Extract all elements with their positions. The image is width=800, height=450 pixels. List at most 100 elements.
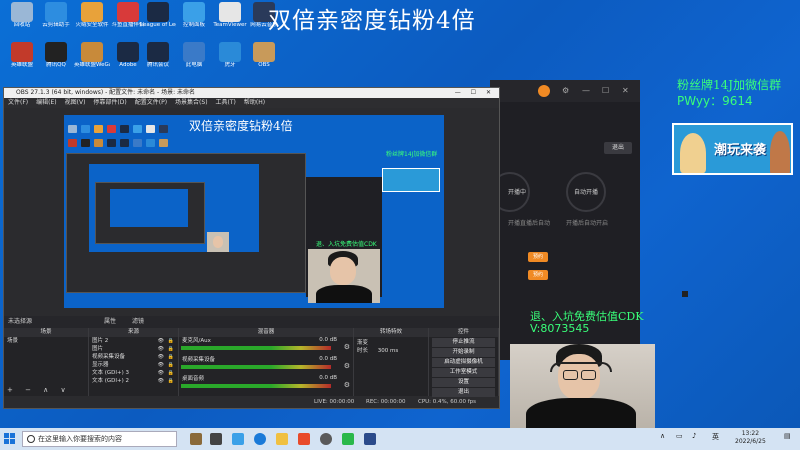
preview-desktop-icons-row2 bbox=[68, 132, 172, 147]
desktop-icon-label: TeamViewer bbox=[213, 22, 247, 28]
desktop-icon[interactable]: 腾讯会议 bbox=[140, 42, 176, 68]
taskbar-obs-icon[interactable] bbox=[320, 433, 332, 445]
user-avatar[interactable] bbox=[538, 85, 550, 97]
obs-menubar: 文件(F) 编辑(E) 视图(V) 停靠部件(D) 配置文件(P) 场景集合(S) 工具(T… bbox=[4, 98, 499, 108]
taskbar-search-input[interactable]: 在这里输入你要搜索的内容 bbox=[22, 431, 177, 447]
network-icon[interactable]: ▭ bbox=[676, 432, 683, 440]
controls-panel: 控件 停止推流 开始录制 启动虚拟摄像机 工作室模式 设置 退出 bbox=[429, 328, 499, 397]
source-item[interactable]: 显示器 👁 🔒 bbox=[89, 361, 178, 369]
volume-meter[interactable] bbox=[181, 384, 331, 388]
desktop-icon[interactable]: 英雄联盟WeGame bbox=[74, 42, 110, 68]
obs-control-button[interactable]: 设置 bbox=[432, 378, 495, 387]
lock-icon[interactable]: 🔒 bbox=[168, 337, 174, 345]
obs-menu-item[interactable]: 帮助(H) bbox=[244, 99, 265, 106]
source-item[interactable]: 文本 (GDI+) 3 👁 🔒 bbox=[89, 369, 178, 377]
mixer-settings-icon[interactable]: ⚙ bbox=[344, 381, 350, 389]
desktop-icon[interactable]: 英雄联盟 bbox=[4, 42, 40, 68]
scene-controls[interactable]: + − ∧ ∨ bbox=[7, 386, 71, 394]
volume-meter[interactable] bbox=[181, 365, 331, 369]
taskbar-clock[interactable]: 13:22 2022/6/25 bbox=[735, 430, 766, 446]
obs-window: OBS 27.1.3 (64 bit, windows) - 配置文件: 未命名… bbox=[3, 87, 500, 409]
visibility-eye-icon[interactable]: 👁 bbox=[158, 361, 164, 369]
lock-icon[interactable]: 🔒 bbox=[168, 369, 174, 377]
taskbar-edge-icon[interactable] bbox=[254, 433, 266, 445]
desktop-icon[interactable]: 此电脑 bbox=[176, 42, 212, 68]
mixer-settings-icon[interactable]: ⚙ bbox=[344, 343, 350, 351]
taskbar-cortana-icon[interactable] bbox=[190, 433, 202, 445]
app-icon bbox=[81, 2, 103, 22]
desktop-icon[interactable]: 腾讯QQ bbox=[38, 42, 74, 68]
obs-control-button[interactable]: 工作室模式 bbox=[432, 368, 495, 377]
desktop-icon[interactable]: 云剪辑助手 bbox=[38, 2, 74, 28]
desktop-icon[interactable]: 虎牙 bbox=[212, 42, 248, 68]
taskbar-wechat-icon[interactable] bbox=[342, 433, 354, 445]
taskbar-steam-icon[interactable] bbox=[364, 433, 376, 445]
transition-duration[interactable]: 时长 300 ms bbox=[354, 347, 428, 355]
obs-window-controls[interactable]: — ☐ ✕ bbox=[455, 88, 495, 98]
source-item[interactable]: 图片 👁 🔒 bbox=[89, 345, 178, 353]
obs-menu-item[interactable]: 场景集合(S) bbox=[175, 99, 208, 106]
exit-button[interactable]: 退出 bbox=[604, 142, 632, 154]
mixer-settings-icon[interactable]: ⚙ bbox=[344, 362, 350, 370]
filters-button[interactable]: 滤镜 bbox=[132, 316, 144, 328]
minimize-icon[interactable]: — bbox=[582, 86, 590, 95]
maximize-icon[interactable]: ☐ bbox=[602, 86, 609, 95]
desktop-icon[interactable]: 回收站 bbox=[4, 2, 40, 28]
desktop: 回收站云剪辑助手火绒安全软件斗鱼直播伴侣League of Legends控制面… bbox=[0, 0, 800, 428]
source-item[interactable]: 文本 (GDI+) 2 👁 🔒 bbox=[89, 377, 178, 385]
properties-button[interactable]: 属性 bbox=[104, 316, 116, 328]
app-icon bbox=[147, 2, 169, 22]
obs-menu-item[interactable]: 工具(T) bbox=[216, 99, 236, 106]
volume-meter[interactable] bbox=[181, 346, 331, 350]
reserve-button-2[interactable]: 预约 bbox=[528, 270, 548, 280]
taskbar-folder-icon[interactable] bbox=[276, 433, 288, 445]
obs-menu-item[interactable]: 停靠部件(D) bbox=[93, 99, 126, 106]
app-icon bbox=[183, 2, 205, 22]
mixer-track: 麦克风/Aux 0.0 dB ⚙ bbox=[179, 337, 353, 356]
source-item[interactable]: 视频采集设备 👁 🔒 bbox=[89, 353, 178, 361]
visibility-eye-icon[interactable]: 👁 bbox=[158, 377, 164, 385]
visibility-eye-icon[interactable]: 👁 bbox=[158, 353, 164, 361]
visibility-eye-icon[interactable]: 👁 bbox=[158, 345, 164, 353]
desktop-icon[interactable]: TeamViewer bbox=[212, 2, 248, 28]
desktop-icon[interactable]: League of Legends bbox=[140, 2, 176, 28]
scene-item[interactable]: 场景 bbox=[4, 337, 88, 345]
desktop-icon[interactable]: 控制面板 bbox=[176, 2, 212, 28]
task-view-icon[interactable] bbox=[210, 433, 222, 445]
taskbar-explorer-icon[interactable] bbox=[232, 433, 244, 445]
input-language[interactable]: 英 bbox=[712, 432, 719, 442]
tray-arrow-icon[interactable]: ∧ bbox=[660, 432, 665, 440]
settings-icon[interactable]: ⚙ bbox=[562, 86, 569, 95]
desktop-icon[interactable]: 火绒安全软件 bbox=[74, 2, 110, 28]
visibility-eye-icon[interactable]: 👁 bbox=[158, 337, 164, 345]
taskbar-app-icon[interactable] bbox=[298, 433, 310, 445]
source-item[interactable]: 图片 2 👁 🔒 bbox=[89, 337, 178, 345]
volume-icon[interactable]: ♪ bbox=[692, 432, 696, 440]
preview-overlay-title: 双倍亲密度钻粉4倍 bbox=[189, 119, 293, 133]
visibility-eye-icon[interactable]: 👁 bbox=[158, 369, 164, 377]
reserve-button-1[interactable]: 预约 bbox=[528, 252, 548, 262]
app-icon bbox=[253, 42, 275, 62]
windows-start-icon[interactable] bbox=[4, 433, 15, 444]
close-icon[interactable]: ✕ bbox=[622, 86, 629, 95]
transition-select[interactable]: 渐变 bbox=[354, 339, 428, 347]
lock-icon[interactable]: 🔒 bbox=[168, 361, 174, 369]
obs-preview[interactable]: 双倍亲密度钻粉4倍 粉丝牌14J加微信群 退、入坑免费估值CDK bbox=[64, 115, 444, 308]
obs-menu-item[interactable]: 视图(V) bbox=[65, 99, 86, 106]
obs-control-button[interactable]: 停止推流 bbox=[432, 338, 495, 347]
obs-statusbar: LIVE: 00:00:00 REC: 00:00:00 CPU: 0.4%, … bbox=[4, 397, 499, 408]
desktop-icon[interactable]: OBS bbox=[246, 42, 282, 68]
app-icon bbox=[45, 42, 67, 62]
obs-control-button[interactable]: 启动虚拟摄像机 bbox=[432, 358, 495, 367]
notification-icon[interactable]: ▤ bbox=[784, 432, 791, 440]
obs-control-button[interactable]: 开始录制 bbox=[432, 348, 495, 357]
lock-icon[interactable]: 🔒 bbox=[168, 353, 174, 361]
desktop-icon-label: 英雄联盟WeGame bbox=[74, 62, 110, 68]
obs-control-button[interactable]: 退出 bbox=[432, 388, 495, 397]
obs-menu-item[interactable]: 配置文件(P) bbox=[135, 99, 167, 106]
obs-menu-item[interactable]: 编辑(E) bbox=[36, 99, 56, 106]
lock-icon[interactable]: 🔒 bbox=[168, 377, 174, 385]
transitions-panel: 转场特效 渐变 时长 300 ms bbox=[354, 328, 429, 396]
lock-icon[interactable]: 🔒 bbox=[168, 345, 174, 353]
obs-menu-item[interactable]: 文件(F) bbox=[8, 99, 28, 106]
